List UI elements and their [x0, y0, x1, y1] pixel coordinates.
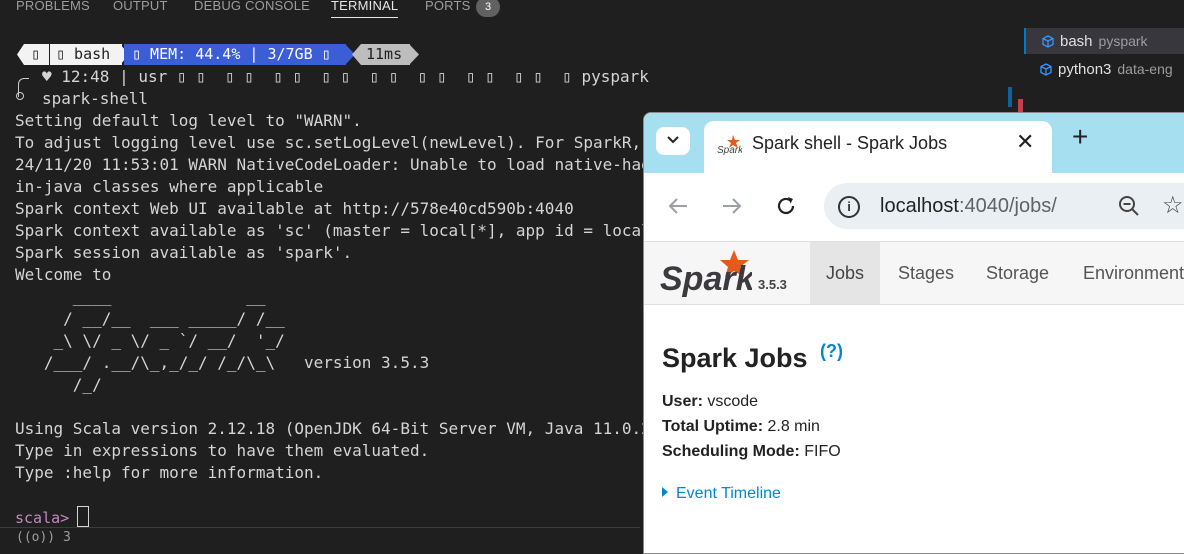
- prompt-info-line: ♥ 12:48 | usr ▯ ▯ ▯ ▯ ▯ ▯ ▯ ▯ ▯ ▯ ▯ ▯ ▯ …: [42, 67, 649, 86]
- tab-terminal[interactable]: TERMINAL: [331, 0, 399, 18]
- prompt-mem-segment: ▯ MEM: 44.4% | 3/7GB ▯: [124, 44, 346, 65]
- spark-nav-jobs[interactable]: Jobs: [810, 242, 881, 304]
- terminal-line: Spark context Web UI available at http:/…: [15, 199, 574, 218]
- spark-ascii-art: _\ \/ _ \/ _ `/ __/ '_/: [15, 331, 285, 350]
- terminal-sub: data-eng: [1117, 61, 1173, 77]
- terminal-line: Type :help for more information.: [15, 463, 324, 482]
- info-uptime: Total Uptime: 2.8 min: [662, 418, 820, 436]
- browser-toolbar: i localhost:4040/jobs/ ☆: [644, 173, 1184, 242]
- terminal-name: bash: [1060, 33, 1093, 50]
- help-link[interactable]: (?): [820, 341, 843, 362]
- info-value: FIFO: [804, 443, 841, 460]
- url-text: localhost:4040/jobs/: [880, 195, 1057, 218]
- terminal-line: 24/11/20 11:53:01 WARN NativeCodeLoader:…: [15, 155, 680, 174]
- svg-text:Spark: Spark: [717, 145, 742, 155]
- browser-window: Spark Spark shell - Spark Jobs ✕ + i loc…: [643, 112, 1184, 554]
- scrollbar-marker: [1008, 87, 1012, 107]
- info-value: vscode: [707, 393, 759, 410]
- info-label: User:: [662, 393, 703, 410]
- terminal-line: Setting default log level to "WARN".: [15, 111, 362, 130]
- terminal-list: bash pyspark python3 data-eng: [1024, 28, 1184, 108]
- scala-prompt: scala>: [15, 509, 70, 527]
- prompt-shell-segment: ▯ bash: [50, 44, 122, 65]
- ports-count-badge: 3: [476, 0, 500, 17]
- info-label: Total Uptime:: [662, 418, 764, 435]
- url-host: localhost: [880, 195, 959, 217]
- page-title: Spark Jobs: [662, 343, 808, 373]
- browser-tab-title: Spark shell - Spark Jobs: [752, 133, 948, 153]
- chevron-down-icon: [667, 136, 679, 144]
- terminal-list-item-bash[interactable]: bash pyspark: [1024, 28, 1184, 54]
- info-scheduling: Scheduling Mode: FIFO: [662, 443, 841, 461]
- status-divider: [0, 527, 640, 528]
- panel-tab-bar: PROBLEMS OUTPUT DEBUG CONSOLE TERMINAL P…: [0, 0, 1184, 20]
- scrollbar-marker-error: [1018, 99, 1023, 113]
- spark-navbar: Spark 3.5.3 Jobs Stages Storage Environm…: [644, 242, 1184, 305]
- event-timeline-label: Event Timeline: [676, 485, 781, 502]
- spark-version: 3.5.3: [758, 277, 787, 292]
- terminal-line: Spark session available as 'spark'.: [15, 243, 353, 262]
- terminal-list-item-python3[interactable]: python3 data-eng: [1024, 56, 1184, 82]
- terminal-line: Spark context available as 'sc' (master …: [15, 221, 690, 240]
- prompt-duration-arrow: [409, 44, 419, 65]
- tab-search-button[interactable]: [656, 127, 690, 155]
- terminal-cursor[interactable]: [77, 506, 89, 527]
- prompt-duration-segment: 11ms: [352, 44, 410, 65]
- new-tab-button[interactable]: +: [1072, 121, 1088, 153]
- terminal-line: To adjust logging level use sc.setLogLev…: [15, 133, 680, 152]
- prompt-os-icon: ▯: [31, 45, 41, 63]
- prompt-bracket-dot: [16, 92, 24, 100]
- spark-ascii-art: /___/ .__/\_,_/_/ /_/\_\ version 3.5.3: [15, 353, 430, 372]
- browser-tab[interactable]: Spark Spark shell - Spark Jobs ✕: [704, 121, 1052, 173]
- prompt-mem-label: ▯ MEM: 44.4% | 3/7GB ▯: [132, 45, 331, 63]
- tab-output[interactable]: OUTPUT: [113, 0, 168, 13]
- cube-icon: [1040, 63, 1052, 76]
- prompt-os-segment: ▯: [17, 44, 49, 65]
- terminal-name: python3: [1058, 61, 1112, 78]
- terminal-sub: pyspark: [1098, 33, 1148, 49]
- spark-nav-storage[interactable]: Storage: [986, 242, 1049, 304]
- zoom-icon[interactable]: [1116, 193, 1142, 219]
- spark-nav-environment[interactable]: Environment: [1083, 242, 1184, 304]
- address-bar[interactable]: i localhost:4040/jobs/ ☆: [824, 183, 1184, 229]
- url-path: :4040/jobs/: [958, 195, 1057, 217]
- back-arrow-icon[interactable]: [668, 197, 688, 215]
- tab-debug-console[interactable]: DEBUG CONSOLE: [194, 0, 310, 13]
- prompt-shell-label: ▯ bash: [56, 45, 111, 63]
- terminal-line: Welcome to: [15, 265, 112, 284]
- cube-icon: [1042, 35, 1054, 48]
- browser-tab-strip: Spark Spark shell - Spark Jobs ✕ +: [644, 113, 1184, 173]
- spark-nav-stages[interactable]: Stages: [898, 242, 954, 304]
- terminal-command: spark-shell: [42, 89, 148, 108]
- reload-icon[interactable]: [776, 196, 796, 216]
- spark-favicon-icon: Spark: [717, 135, 742, 155]
- prompt-duration-label: 11ms: [366, 45, 403, 63]
- forward-arrow-icon[interactable]: [722, 197, 742, 215]
- tab-close-icon[interactable]: ✕: [1016, 129, 1034, 155]
- spark-ascii-art: ____ __: [15, 287, 266, 306]
- spark-logo: Spark: [660, 250, 752, 298]
- event-timeline-toggle[interactable]: Event Timeline: [662, 485, 781, 503]
- info-icon[interactable]: i: [838, 196, 860, 218]
- terminal-line: in-java classes where applicable: [15, 177, 324, 196]
- info-label: Scheduling Mode:: [662, 443, 800, 460]
- spark-ascii-art: / __/__ ___ _____/ /__: [15, 309, 285, 328]
- info-user: User: vscode: [662, 393, 758, 411]
- terminal-line: Type in expressions to have them evaluat…: [15, 441, 430, 460]
- broadcast-status[interactable]: ((o)) 3: [16, 530, 71, 545]
- svg-text:Spark: Spark: [660, 260, 752, 298]
- bookmark-star-icon[interactable]: ☆: [1162, 191, 1184, 220]
- tab-problems[interactable]: PROBLEMS: [16, 0, 90, 13]
- info-value: 2.8 min: [767, 418, 820, 435]
- tab-ports[interactable]: PORTS: [425, 0, 471, 13]
- spark-ascii-art: /_/: [15, 375, 102, 394]
- caret-right-icon: [662, 487, 668, 497]
- terminal-line: Using Scala version 2.12.18 (OpenJDK 64-…: [15, 419, 671, 438]
